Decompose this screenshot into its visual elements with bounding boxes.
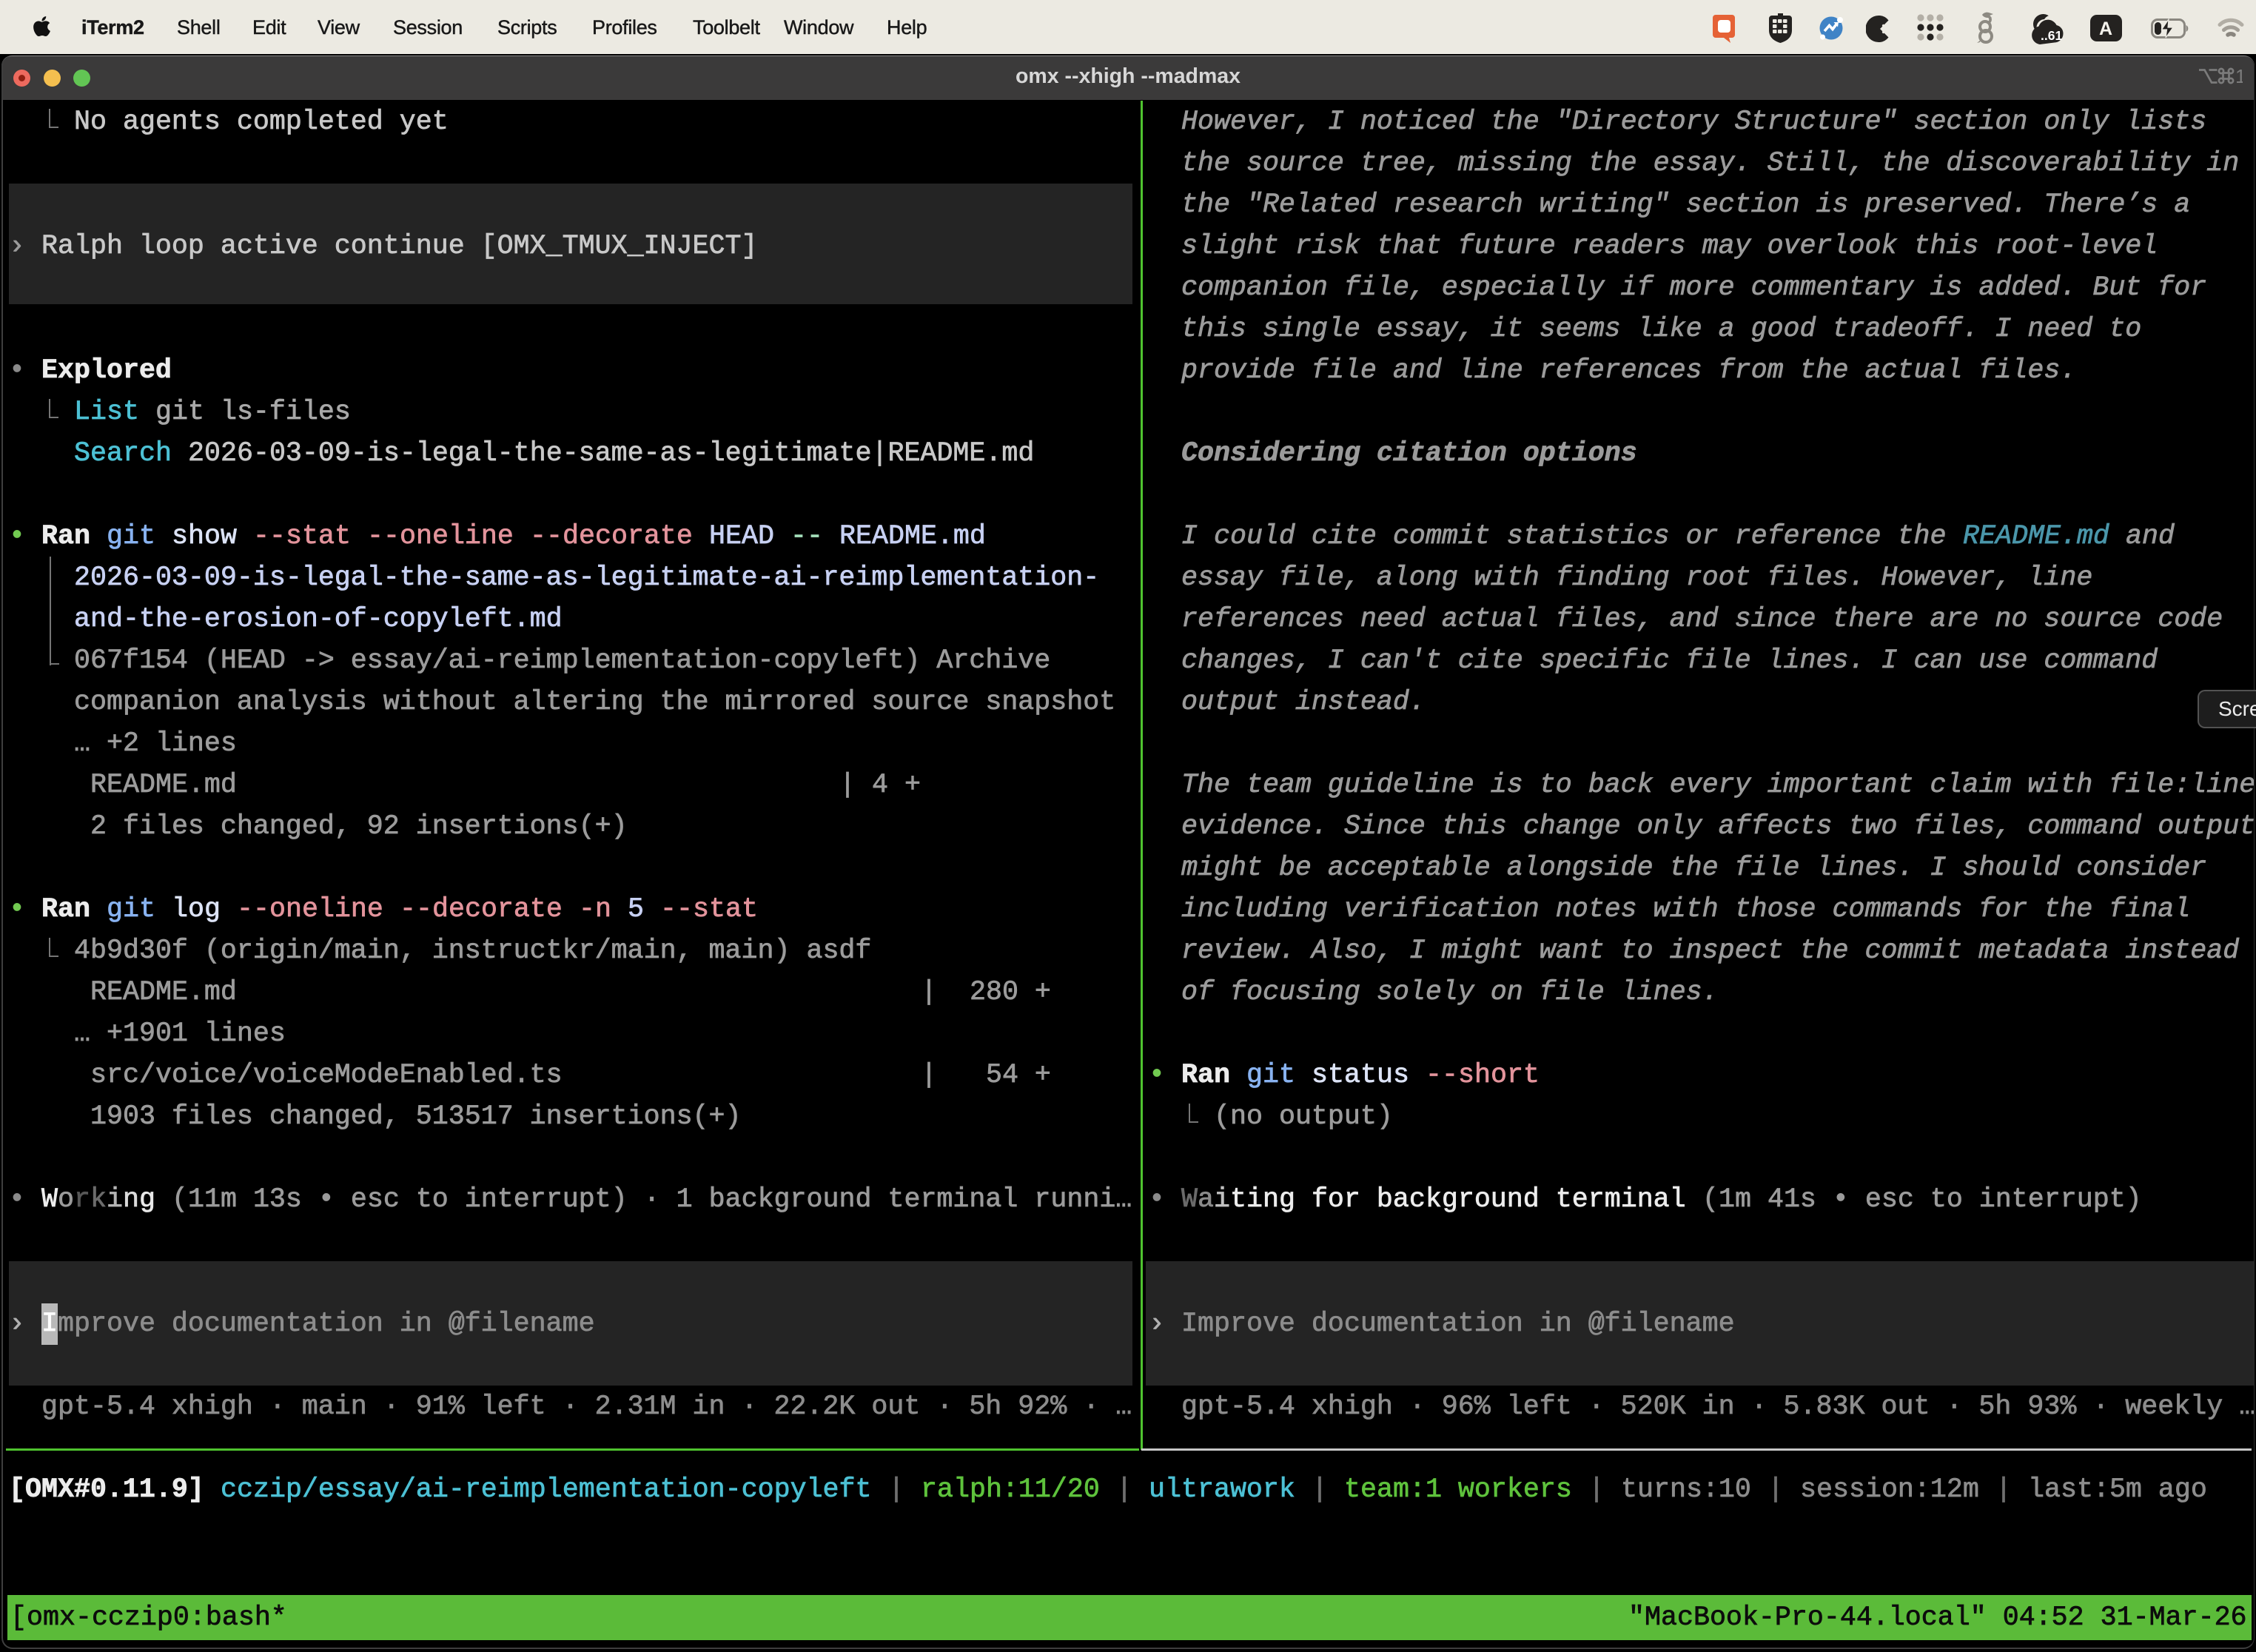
svg-text:A: A xyxy=(2099,19,2112,39)
svg-text:1: 1 xyxy=(2235,67,2243,87)
svg-text:..61: ..61 xyxy=(2041,28,2062,43)
